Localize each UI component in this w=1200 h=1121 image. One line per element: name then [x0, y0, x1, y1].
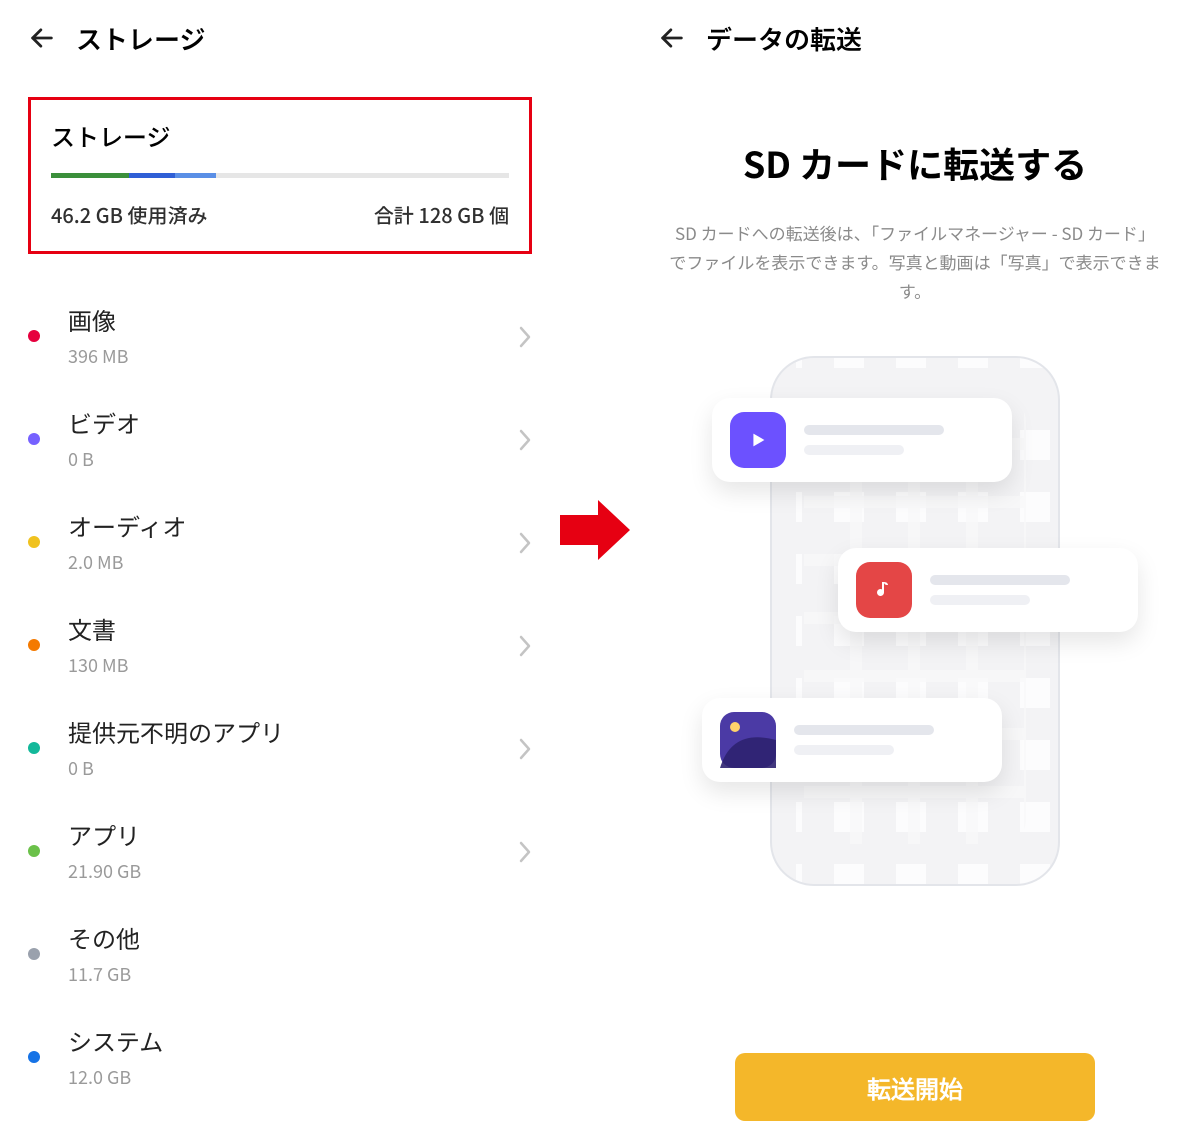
category-size: 396 MB: [68, 343, 518, 369]
category-text: ビデオ 0 B: [68, 405, 518, 472]
storage-summary-title: ストレージ: [51, 118, 509, 153]
storage-total-label: 合計 128 GB 個: [374, 200, 509, 229]
category-size: 2.0 MB: [68, 549, 518, 575]
storage-used-label: 46.2 GB 使用済み: [51, 200, 208, 229]
category-title: 文書: [68, 611, 518, 646]
chevron-right-icon: [518, 314, 532, 358]
category-row: システム 12.0 GB: [28, 1005, 532, 1108]
category-text: 提供元不明のアプリ 0 B: [68, 714, 518, 781]
category-text: システム 12.0 GB: [68, 1023, 532, 1090]
chevron-right-icon: [518, 829, 532, 873]
chevron-right-icon: [518, 726, 532, 770]
category-title: 画像: [68, 302, 518, 337]
category-dot-icon: [28, 639, 40, 651]
storage-screen: ストレージ ストレージ 46.2 GB 使用済み 合計 128 GB 個 画像 3…: [0, 0, 560, 1121]
start-transfer-button[interactable]: 転送開始: [735, 1053, 1095, 1121]
category-row[interactable]: オーディオ 2.0 MB: [28, 490, 532, 593]
category-title: アプリ: [68, 817, 518, 852]
file-card: [838, 548, 1138, 632]
category-title: ビデオ: [68, 405, 518, 440]
category-title: 提供元不明のアプリ: [68, 714, 518, 749]
play-icon: [730, 412, 786, 468]
category-row[interactable]: アプリ 21.90 GB: [28, 799, 532, 902]
storage-summary-row: 46.2 GB 使用済み 合計 128 GB 個: [51, 200, 509, 229]
category-dot-icon: [28, 845, 40, 857]
storage-summary-card: ストレージ 46.2 GB 使用済み 合計 128 GB 個: [28, 97, 532, 254]
category-size: 12.0 GB: [68, 1064, 532, 1090]
category-text: 画像 396 MB: [68, 302, 518, 369]
category-size: 130 MB: [68, 652, 518, 678]
back-icon[interactable]: [28, 24, 56, 54]
transfer-description: SD カードへの転送後は、「ファイルマネージャー - SD カード」でファイルを…: [658, 219, 1172, 306]
category-row[interactable]: 提供元不明のアプリ 0 B: [28, 696, 532, 799]
chevron-right-icon: [518, 417, 532, 461]
category-text: その他 11.7 GB: [68, 920, 532, 987]
file-card: [702, 698, 1002, 782]
arrow-right-icon: [560, 500, 630, 560]
chevron-right-icon: [518, 520, 532, 564]
category-title: その他: [68, 920, 532, 955]
storage-header: ストレージ: [28, 20, 532, 57]
start-transfer-label: 転送開始: [867, 1070, 963, 1105]
category-row[interactable]: 文書 130 MB: [28, 593, 532, 696]
category-text: 文書 130 MB: [68, 611, 518, 678]
page-title: データの転送: [706, 20, 862, 57]
category-row[interactable]: 画像 396 MB: [28, 284, 532, 387]
category-dot-icon: [28, 948, 40, 960]
page-title: ストレージ: [76, 20, 205, 57]
app-icon: [720, 712, 776, 768]
category-text: オーディオ 2.0 MB: [68, 508, 518, 575]
category-row: その他 11.7 GB: [28, 902, 532, 1005]
category-size: 11.7 GB: [68, 961, 532, 987]
category-dot-icon: [28, 330, 40, 342]
storage-usage-bar: [51, 173, 509, 178]
category-text: アプリ 21.90 GB: [68, 817, 518, 884]
category-dot-icon: [28, 433, 40, 445]
transfer-screen: データの転送 SD カードに転送する SD カードへの転送後は、「ファイルマネー…: [630, 0, 1200, 1121]
phone-illustration: [770, 356, 1060, 886]
back-icon[interactable]: [658, 24, 686, 54]
category-row[interactable]: ビデオ 0 B: [28, 387, 532, 490]
category-size: 21.90 GB: [68, 858, 518, 884]
category-title: オーディオ: [68, 508, 518, 543]
category-dot-icon: [28, 536, 40, 548]
category-size: 0 B: [68, 755, 518, 781]
category-dot-icon: [28, 1051, 40, 1063]
category-list: 画像 396 MB ビデオ 0 B オーディオ 2.0 MB 文書 130 MB 提供元不明のア…: [28, 284, 532, 1108]
category-dot-icon: [28, 742, 40, 754]
category-title: システム: [68, 1023, 532, 1058]
transfer-title: SD カードに転送する: [658, 137, 1172, 189]
file-card: [712, 398, 1012, 482]
transfer-header: データの転送: [658, 20, 1172, 57]
music-icon: [856, 562, 912, 618]
category-size: 0 B: [68, 446, 518, 472]
chevron-right-icon: [518, 623, 532, 667]
